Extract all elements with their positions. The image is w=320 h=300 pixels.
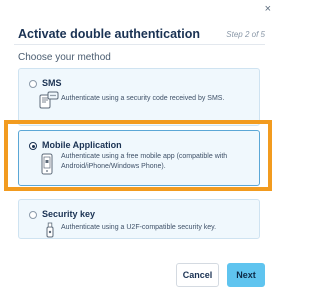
radio-security-key[interactable] [29, 211, 37, 219]
radio-sms[interactable] [29, 80, 37, 88]
method-desc-security-key: Authenticate using a U2F-compatible secu… [61, 224, 217, 231]
mobile-app-icon [41, 153, 53, 180]
section-subtitle: Choose your method [18, 52, 111, 63]
method-option-mobile-app[interactable]: Mobile Application Authenticate using a … [18, 130, 260, 186]
method-desc-mobile-app: Authenticate using a free mobile app (co… [61, 153, 228, 170]
next-button[interactable]: Next [227, 263, 265, 287]
close-icon[interactable]: × [265, 2, 271, 16]
step-indicator: Step 2 of 5 [226, 30, 265, 39]
method-name-sms: SMS [42, 78, 62, 88]
method-option-security-key[interactable]: Security key Authenticate using a U2F-co… [18, 199, 260, 239]
method-name-mobile-app: Mobile Application [42, 140, 122, 150]
sms-phone-icon [39, 91, 59, 114]
method-option-sms[interactable]: SMS Authenticate using a security code r… [18, 68, 260, 126]
method-name-security-key: Security key [42, 209, 96, 219]
radio-mobile-app[interactable] [29, 142, 37, 150]
title-divider [14, 44, 265, 45]
usb-key-icon [46, 222, 54, 243]
method-desc-sms: Authenticate using a security code recei… [61, 95, 225, 102]
cancel-button[interactable]: Cancel [176, 263, 219, 287]
dialog-title: Activate double authentication [18, 27, 200, 41]
